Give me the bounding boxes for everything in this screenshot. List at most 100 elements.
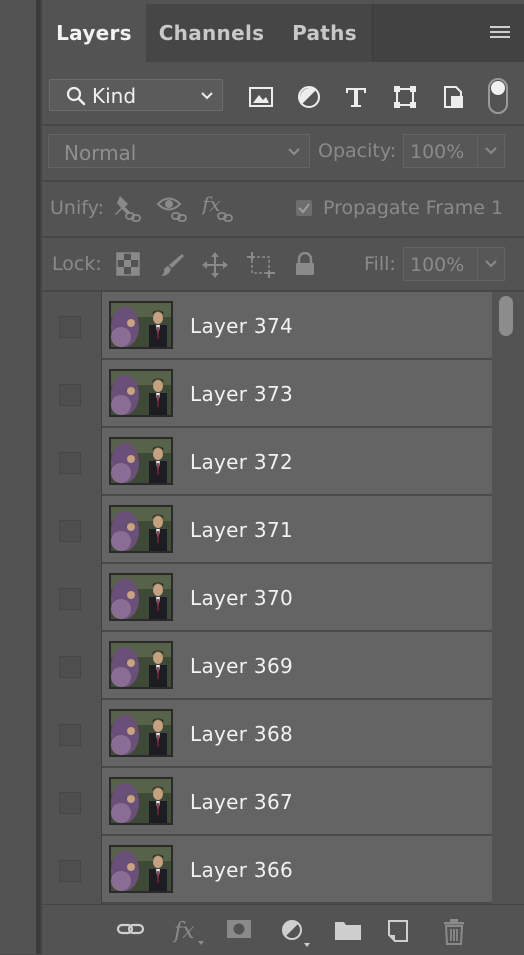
visibility-toggle[interactable] (42, 496, 102, 564)
image-filter-icon[interactable] (248, 84, 274, 110)
fill-dropdown[interactable] (477, 248, 504, 280)
layer-name: Layer 370 (190, 586, 293, 610)
panel-menu-icon[interactable] (490, 26, 510, 40)
visibility-toggle[interactable] (42, 564, 102, 632)
lock-artboard-icon[interactable] (247, 252, 275, 278)
visibility-checkbox[interactable] (59, 656, 81, 678)
visibility-toggle[interactable] (42, 700, 102, 768)
scrollbar-thumb[interactable] (499, 296, 513, 336)
opacity-label: Opacity: (318, 140, 397, 162)
filter-kind-select[interactable]: Kind (49, 79, 223, 111)
layer-row[interactable]: Layer 367 (42, 768, 492, 836)
smart-object-filter-icon[interactable] (440, 84, 466, 110)
layer-row[interactable]: Layer 371 (42, 496, 492, 564)
delete-layer-icon[interactable] (442, 919, 466, 945)
shape-filter-icon[interactable] (392, 84, 418, 110)
type-filter-icon[interactable] (343, 84, 369, 110)
adjustment-filter-icon[interactable] (296, 84, 322, 110)
filter-kind-label: Kind (92, 84, 137, 108)
left-dock-strip (0, 0, 36, 954)
fx-icon[interactable]: fx (172, 919, 206, 947)
layer-item[interactable]: Layer 370 (102, 564, 492, 632)
link-layers-icon[interactable] (116, 919, 146, 939)
unify-position-icon[interactable] (112, 192, 146, 224)
visibility-checkbox[interactable] (59, 792, 81, 814)
layer-name: Layer 368 (190, 722, 293, 746)
chevron-down-icon (201, 92, 213, 100)
lock-row: Lock: Fill: 100% (42, 238, 524, 290)
visibility-toggle[interactable] (42, 768, 102, 836)
layer-row[interactable]: Layer 373 (42, 360, 492, 428)
visibility-toggle[interactable] (42, 632, 102, 700)
panel-tab-bar: Layers Channels Paths (42, 4, 524, 62)
propagate-frame-checkbox[interactable] (296, 200, 312, 216)
visibility-toggle[interactable] (42, 360, 102, 428)
visibility-toggle[interactable] (42, 292, 102, 360)
new-adjustment-icon[interactable] (280, 919, 314, 949)
layer-name: Layer 367 (190, 790, 293, 814)
visibility-checkbox[interactable] (59, 316, 81, 338)
layer-thumbnail (109, 641, 173, 689)
layer-row[interactable]: Layer 366 (42, 836, 492, 904)
filter-toggle[interactable] (488, 78, 508, 114)
opacity-field[interactable]: 100% (403, 134, 505, 168)
tab-layers[interactable]: Layers (42, 4, 146, 62)
layer-item[interactable]: Layer 369 (102, 632, 492, 700)
fill-field[interactable]: 100% (403, 247, 505, 281)
lock-all-icon[interactable] (294, 252, 316, 276)
fill-label: Fill: (364, 253, 396, 275)
layer-row[interactable]: Layer 368 (42, 700, 492, 768)
visibility-toggle[interactable] (42, 428, 102, 496)
layer-thumbnail (109, 573, 173, 621)
visibility-checkbox[interactable] (59, 452, 81, 474)
visibility-checkbox[interactable] (59, 588, 81, 610)
layer-item[interactable]: Layer 367 (102, 768, 492, 836)
layer-row[interactable]: Layer 370 (42, 564, 492, 632)
layer-row[interactable]: Layer 374 (42, 292, 492, 360)
unify-visibility-icon[interactable] (156, 192, 192, 224)
unify-style-icon[interactable]: fx (202, 192, 238, 224)
layer-name: Layer 373 (190, 382, 293, 406)
layers-panel-footer: fx (42, 904, 524, 955)
layer-list: Layer 374 Layer 373 Layer 372 Layer 371 Laye… (42, 292, 492, 904)
layer-list-scrollbar[interactable] (494, 292, 524, 904)
blend-mode-select[interactable]: Normal (48, 134, 310, 168)
layer-name: Layer 366 (190, 858, 293, 882)
new-layer-icon[interactable] (386, 919, 410, 943)
layer-filter-row: Kind (42, 66, 524, 124)
layer-item[interactable]: Layer 366 (102, 836, 492, 904)
tab-paths[interactable]: Paths (277, 4, 373, 62)
visibility-toggle[interactable] (42, 836, 102, 904)
chevron-down-icon (485, 260, 497, 268)
layer-thumbnail (109, 845, 173, 893)
svg-text:fx: fx (172, 919, 195, 944)
layer-thumbnail (109, 709, 173, 757)
layer-item[interactable]: Layer 371 (102, 496, 492, 564)
fill-value: 100% (410, 254, 465, 276)
layer-item[interactable]: Layer 374 (102, 292, 492, 360)
layer-name: Layer 369 (190, 654, 293, 678)
chevron-down-icon (485, 147, 497, 155)
opacity-dropdown[interactable] (477, 135, 504, 167)
visibility-checkbox[interactable] (59, 860, 81, 882)
svg-text:fx: fx (202, 192, 221, 216)
visibility-checkbox[interactable] (59, 520, 81, 542)
layer-name: Layer 374 (190, 314, 293, 338)
lock-position-icon[interactable] (202, 252, 228, 278)
new-group-icon[interactable] (334, 919, 362, 941)
visibility-checkbox[interactable] (59, 384, 81, 406)
layer-item[interactable]: Layer 368 (102, 700, 492, 768)
layer-row[interactable]: Layer 372 (42, 428, 492, 496)
blend-mode-label: Normal (64, 141, 137, 165)
layer-item[interactable]: Layer 373 (102, 360, 492, 428)
add-mask-icon[interactable] (226, 919, 252, 939)
unify-row: Unify: fx Propagate Frame 1 (42, 182, 524, 236)
lock-transparent-pixels-icon[interactable] (116, 252, 140, 276)
layer-row[interactable]: Layer 369 (42, 632, 492, 700)
propagate-frame-label: Propagate Frame 1 (323, 197, 504, 219)
visibility-checkbox[interactable] (59, 724, 81, 746)
lock-image-pixels-icon[interactable] (159, 252, 185, 278)
tab-channels[interactable]: Channels (146, 4, 278, 62)
layer-thumbnail (109, 437, 173, 485)
layer-item[interactable]: Layer 372 (102, 428, 492, 496)
